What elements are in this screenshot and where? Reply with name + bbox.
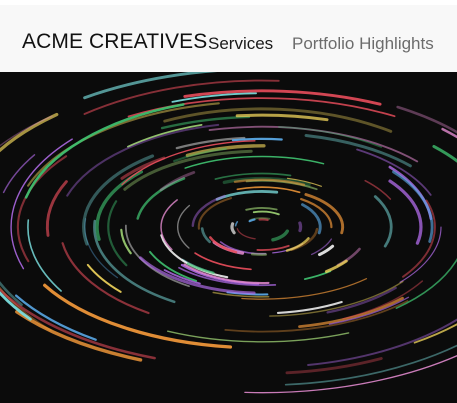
light-trail-arc bbox=[234, 221, 239, 227]
hero-banner-image bbox=[0, 72, 457, 403]
brand-logo-text[interactable]: ACME CREATIVES bbox=[22, 30, 207, 54]
light-trail-arc bbox=[224, 300, 409, 333]
light-trail-arc bbox=[271, 229, 289, 242]
light-trail-arc bbox=[176, 204, 191, 249]
light-trail-arc bbox=[167, 330, 350, 343]
light-trail-arc bbox=[324, 259, 348, 273]
light-trail-arc bbox=[248, 218, 256, 223]
light-trail-arc bbox=[364, 179, 392, 200]
light-trail-arc bbox=[432, 144, 457, 163]
light-trail-arc bbox=[2, 154, 36, 194]
light-trail-arc bbox=[342, 280, 424, 320]
light-trail-arc bbox=[27, 219, 62, 292]
light-trail-arc bbox=[278, 126, 382, 148]
light-trail-arc bbox=[231, 137, 283, 142]
light-trail-arc bbox=[236, 228, 256, 240]
light-trail-arc bbox=[215, 190, 279, 201]
light-trail-arc bbox=[256, 244, 290, 251]
light-trail-arc bbox=[235, 113, 329, 122]
light-trail-arc bbox=[258, 218, 269, 222]
light-trail-arc bbox=[285, 357, 383, 375]
light-trail-arc bbox=[373, 195, 393, 248]
light-trail-arc bbox=[183, 89, 382, 106]
light-trail-arc bbox=[284, 344, 457, 386]
light-trail-arc bbox=[252, 210, 280, 216]
light-trail-arc bbox=[392, 170, 434, 243]
light-trail-arc bbox=[136, 177, 186, 220]
light-trail-arc bbox=[197, 197, 233, 230]
light-trail-arc bbox=[208, 125, 419, 163]
light-trail-arc bbox=[245, 207, 278, 211]
light-trail-arc bbox=[0, 115, 53, 147]
nav-link-services[interactable]: Services bbox=[208, 34, 273, 54]
light-trail-arc bbox=[200, 227, 211, 244]
light-trail-arc bbox=[209, 236, 238, 254]
light-trail-arc bbox=[230, 222, 236, 235]
light-trail-arc bbox=[184, 155, 325, 169]
nav-link-portfolio-highlights[interactable]: Portfolio Highlights bbox=[292, 34, 434, 54]
light-trail-arc bbox=[318, 244, 335, 257]
light-trail-arc bbox=[441, 127, 457, 139]
light-trail-arc bbox=[45, 180, 68, 237]
light-trail-arc bbox=[107, 200, 128, 267]
light-trail-arc bbox=[0, 288, 156, 360]
top-navbar: ACME CREATIVES Services Portfolio Highli… bbox=[0, 0, 457, 72]
light-trail-arc bbox=[191, 194, 226, 227]
light-trail-arc bbox=[194, 252, 252, 271]
light-trails-swirl-image bbox=[0, 72, 457, 394]
light-trail-arc bbox=[298, 221, 303, 233]
light-trail-arc bbox=[413, 323, 457, 344]
